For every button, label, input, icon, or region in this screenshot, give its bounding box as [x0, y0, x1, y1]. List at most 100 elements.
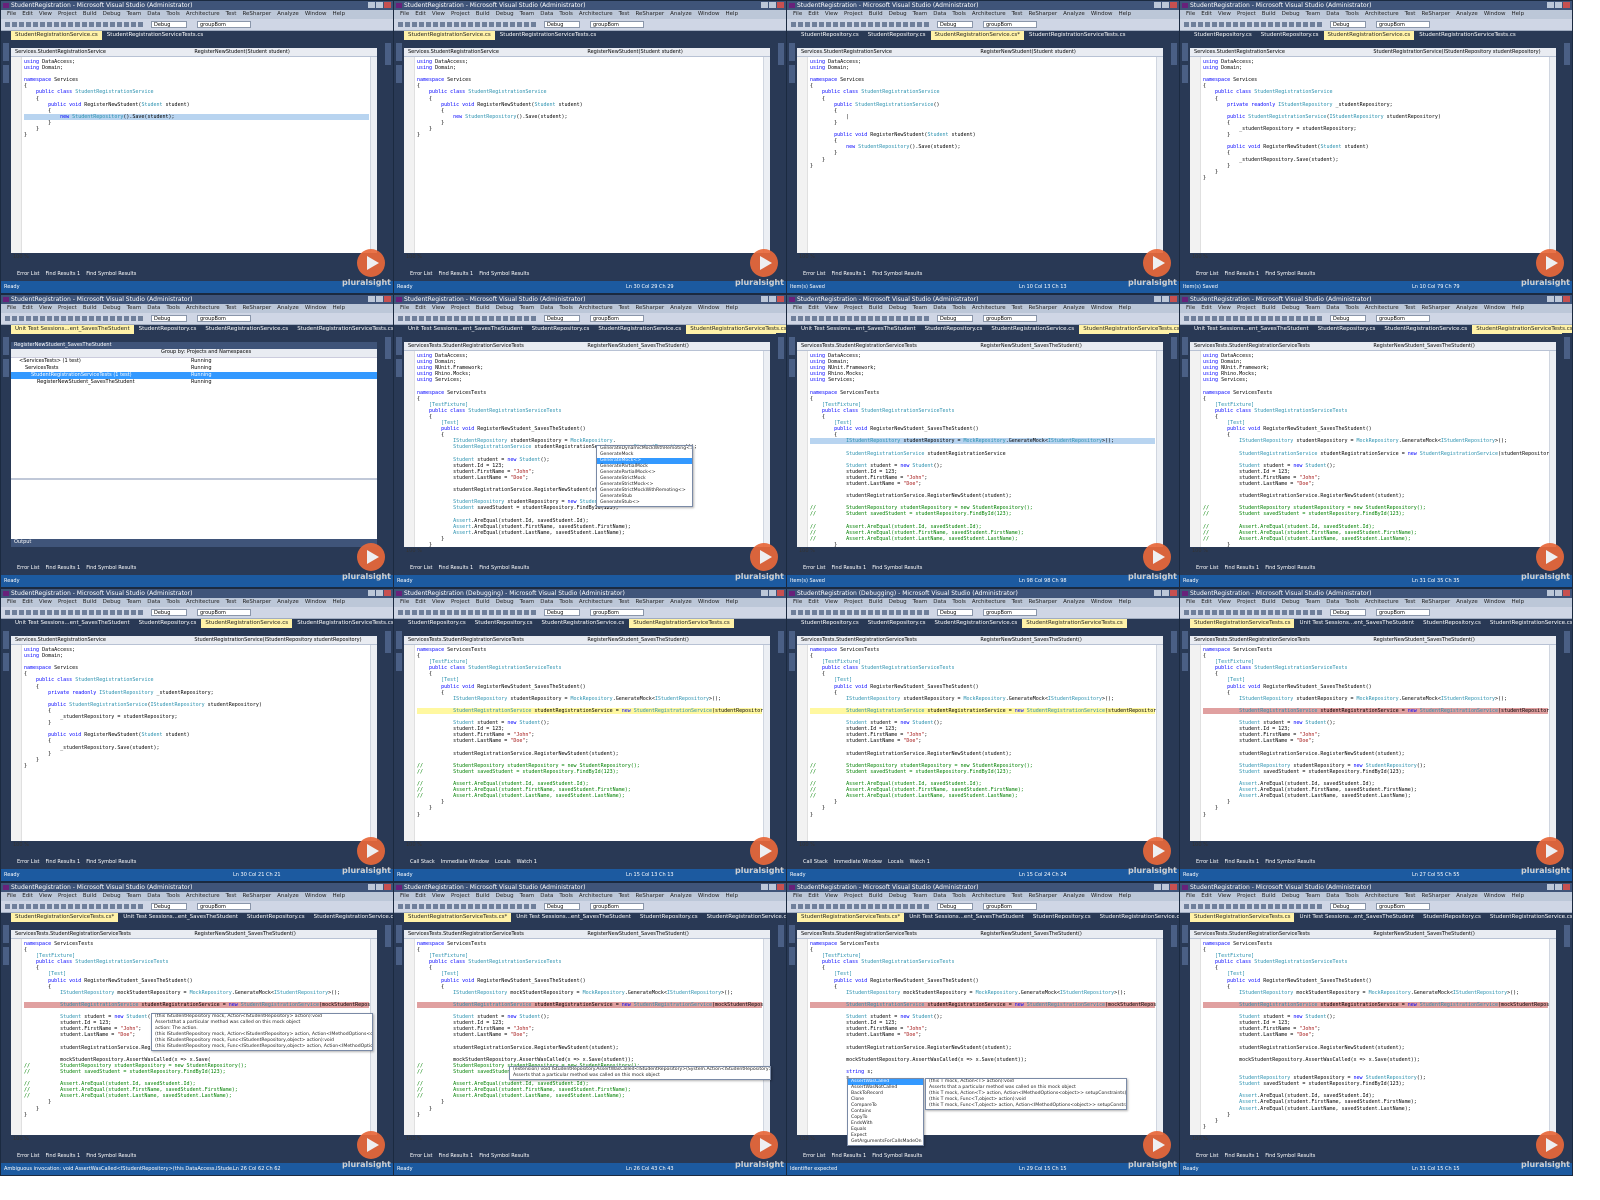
- popup-item[interactable]: (this IStudentRepository mock, Func<IStu…: [152, 1044, 372, 1050]
- toolbar-icon[interactable]: [419, 22, 424, 27]
- document-tab[interactable]: StudentRepository.cs: [921, 325, 987, 334]
- toolbar-icon[interactable]: [917, 904, 922, 909]
- server-explorer-tab-icon[interactable]: [1182, 65, 1188, 83]
- code-line[interactable]: IStudentRepository mockStudentRepository…: [810, 990, 1155, 996]
- code-editor[interactable]: using DataAccess; using Domain; namespace …: [1190, 57, 1556, 253]
- toolbar-icon[interactable]: [1240, 610, 1245, 615]
- test-tree-row[interactable]: <ServicesTests> (1 test) Running: [11, 358, 377, 365]
- close-button[interactable]: [384, 296, 391, 302]
- tool-window-tab[interactable]: Error List: [410, 271, 433, 277]
- toolbar-icon[interactable]: [26, 610, 31, 615]
- solution-explorer-tab-icon[interactable]: [778, 925, 784, 947]
- close-button[interactable]: [1170, 2, 1177, 8]
- toolbar-icon[interactable]: [791, 316, 796, 321]
- solution-explorer-tab-icon[interactable]: [1171, 337, 1177, 359]
- menu-item-resharper[interactable]: ReSharper: [1421, 11, 1450, 17]
- solution-explorer-tab-icon[interactable]: [385, 631, 391, 653]
- toolbar-icon[interactable]: [847, 22, 852, 27]
- toolbar-icon[interactable]: [1303, 22, 1308, 27]
- toolbar-icon[interactable]: [861, 610, 866, 615]
- toolbar-icon[interactable]: [1226, 316, 1231, 321]
- type-dropdown[interactable]: Services.StudentRegistrationService: [797, 48, 976, 56]
- tool-window-tab[interactable]: Find Symbol Results: [86, 565, 136, 571]
- menu-item-help[interactable]: Help: [333, 599, 346, 605]
- toolbar-icon[interactable]: [75, 316, 80, 321]
- document-tab[interactable]: StudentRegistrationServiceTests.cs*: [11, 913, 119, 922]
- toolbar-icon[interactable]: [419, 316, 424, 321]
- tool-window-tab[interactable]: Find Results 1: [439, 565, 474, 571]
- menu-item-analyze[interactable]: Analyze: [277, 11, 299, 17]
- menu-item-view[interactable]: View: [39, 599, 52, 605]
- menu-item-tools[interactable]: Tools: [1345, 599, 1359, 605]
- menu-item-project[interactable]: Project: [451, 893, 470, 899]
- menu-item-project[interactable]: Project: [1237, 11, 1256, 17]
- menu-item-tools[interactable]: Tools: [1345, 305, 1359, 311]
- server-explorer-tab-icon[interactable]: [3, 653, 9, 671]
- menu-item-help[interactable]: Help: [1119, 599, 1132, 605]
- menu-item-resharper[interactable]: ReSharper: [635, 599, 664, 605]
- toolbar-icon[interactable]: [1296, 22, 1301, 27]
- code-line[interactable]: StudentRegistrationService studentRegist…: [417, 1001, 770, 1009]
- server-explorer-tab-icon[interactable]: [789, 653, 795, 671]
- toolbar-icon[interactable]: [531, 316, 536, 321]
- toolbar-icon[interactable]: [924, 22, 929, 27]
- document-tab[interactable]: StudentRegistrationServiceTests.cs: [629, 619, 734, 628]
- minimize-button[interactable]: [1547, 590, 1554, 596]
- toolbar-icon[interactable]: [847, 316, 852, 321]
- toolbar-icon[interactable]: [433, 316, 438, 321]
- menu-item-resharper[interactable]: ReSharper: [242, 599, 271, 605]
- minimize-button[interactable]: [368, 296, 375, 302]
- toolbar-icon[interactable]: [1226, 22, 1231, 27]
- toolbar-icon[interactable]: [1219, 904, 1224, 909]
- code-line[interactable]: IStudentRepository studentRepository = M…: [417, 696, 762, 702]
- toolbar-icon[interactable]: [12, 904, 17, 909]
- menu-item-resharper[interactable]: ReSharper: [1028, 893, 1057, 899]
- menu-item-help[interactable]: Help: [726, 599, 739, 605]
- menu-item-help[interactable]: Help: [333, 305, 346, 311]
- toolbar-icon[interactable]: [524, 610, 529, 615]
- menu-item-project[interactable]: Project: [844, 893, 863, 899]
- toolbar-icon[interactable]: [5, 316, 10, 321]
- menu-item-analyze[interactable]: Analyze: [277, 893, 299, 899]
- menu-item-edit[interactable]: Edit: [22, 599, 33, 605]
- code-text[interactable]: using DataAccess; using Domain; using NUni…: [1203, 353, 1556, 547]
- document-tab[interactable]: StudentRepository.cs: [1257, 31, 1323, 40]
- toolbar-icon[interactable]: [1247, 904, 1252, 909]
- close-button[interactable]: [1170, 884, 1177, 890]
- menu-item-architecture[interactable]: Architecture: [1365, 305, 1399, 311]
- close-button[interactable]: [384, 2, 391, 8]
- toolbar-icon[interactable]: [47, 610, 52, 615]
- menu-item-architecture[interactable]: Architecture: [186, 11, 220, 17]
- menu-item-view[interactable]: View: [1218, 893, 1231, 899]
- document-tab[interactable]: StudentRepository.cs: [1419, 913, 1485, 922]
- menu-item-team[interactable]: Team: [520, 893, 535, 899]
- minimize-button[interactable]: [761, 296, 768, 302]
- menu-item-window[interactable]: Window: [1484, 11, 1506, 17]
- menu-item-window[interactable]: Window: [698, 11, 720, 17]
- menu-item-data[interactable]: Data: [147, 11, 160, 17]
- menu-item-project[interactable]: Project: [58, 11, 77, 17]
- toolbar-icon[interactable]: [103, 316, 108, 321]
- toolbar-icon[interactable]: [47, 22, 52, 27]
- type-dropdown[interactable]: ServicesTests.StudentRegistrationService…: [1190, 930, 1369, 938]
- solution-config-dropdown[interactable]: Debug: [151, 315, 187, 322]
- toolbar-icon[interactable]: [1268, 610, 1273, 615]
- member-dropdown[interactable]: RegisterNewStudent_SavesTheStudent(): [1369, 636, 1548, 644]
- toolbar-icon[interactable]: [1233, 316, 1238, 321]
- toolbar-icon[interactable]: [854, 610, 859, 615]
- menu-item-architecture[interactable]: Architecture: [579, 11, 613, 17]
- menu-item-data[interactable]: Data: [1326, 305, 1339, 311]
- menu-item-tools[interactable]: Tools: [559, 305, 573, 311]
- tool-window-tab[interactable]: Watch 1: [910, 859, 930, 865]
- toolbar-icon[interactable]: [47, 316, 52, 321]
- document-tab[interactable]: StudentRegistrationService.cs: [404, 31, 495, 40]
- code-line[interactable]: StudentRegistrationService studentRegist…: [1203, 707, 1556, 715]
- document-tab[interactable]: StudentRegistrationServiceTests.cs: [1415, 31, 1519, 40]
- member-dropdown[interactable]: RegisterNewStudent_SavesTheStudent(): [1369, 342, 1548, 350]
- member-dropdown[interactable]: RegisterNewStudent_SavesTheStudent(): [976, 636, 1155, 644]
- toolbar-icon[interactable]: [5, 610, 10, 615]
- toolbar-icon[interactable]: [1289, 22, 1294, 27]
- menu-item-analyze[interactable]: Analyze: [670, 11, 692, 17]
- menu-item-architecture[interactable]: Architecture: [972, 893, 1006, 899]
- popup-item[interactable]: Asserts that a particular method was cal…: [510, 1073, 770, 1079]
